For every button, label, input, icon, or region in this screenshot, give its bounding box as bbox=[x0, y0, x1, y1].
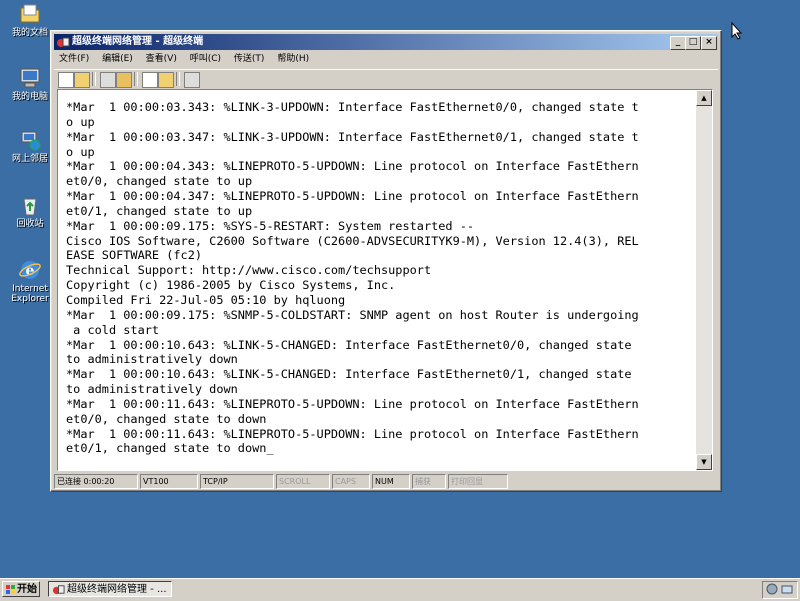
desktop-icon-label: 网上邻居 bbox=[11, 154, 48, 164]
toolbar-separator bbox=[176, 72, 180, 86]
internet-explorer-icon: e bbox=[18, 258, 42, 282]
status-caps: CAPS bbox=[332, 474, 370, 489]
status-capture: 捕获 bbox=[412, 474, 446, 489]
new-icon[interactable] bbox=[58, 72, 74, 88]
start-label: 开始 bbox=[17, 584, 37, 595]
tray-sound-icon[interactable] bbox=[766, 583, 778, 598]
task-label: 超级终端网络管理 - ... bbox=[67, 584, 167, 595]
title-bar[interactable]: 超级终端网络管理 - 超级终端 _ □ × bbox=[54, 34, 718, 50]
status-connected: 已连接 0:00:20 bbox=[54, 474, 138, 489]
vertical-scrollbar[interactable]: ▲ ▼ bbox=[696, 90, 712, 470]
toolbar-separator bbox=[92, 72, 96, 86]
mouse-pointer-icon bbox=[731, 21, 743, 43]
maximize-button[interactable]: □ bbox=[685, 36, 701, 50]
hyperterminal-app-icon bbox=[56, 35, 70, 49]
desktop-icon-my-documents[interactable]: 我的文档 bbox=[4, 2, 56, 38]
taskbar-hyperterminal-button[interactable]: 超级终端网络管理 - ... bbox=[48, 581, 172, 597]
connect-icon[interactable] bbox=[100, 72, 116, 88]
status-num: NUM bbox=[372, 474, 410, 489]
menu-transfer[interactable]: 传送(T) bbox=[229, 51, 270, 67]
terminal-area[interactable]: *Mar 1 00:00:03.343: %LINK-3-UPDOWN: Int… bbox=[57, 89, 713, 471]
system-tray bbox=[762, 581, 798, 599]
desktop-icon-label: Internet Explorer bbox=[11, 284, 49, 304]
status-protocol: TCP/IP bbox=[200, 474, 274, 489]
toolbar bbox=[54, 69, 718, 88]
status-scroll: SCROLL bbox=[276, 474, 330, 489]
status-emulation: VT100 bbox=[140, 474, 198, 489]
menu-call[interactable]: 呼叫(C) bbox=[185, 51, 226, 67]
disconnect-icon[interactable] bbox=[116, 72, 132, 88]
receive-icon[interactable] bbox=[158, 72, 174, 88]
terminal-output[interactable]: *Mar 1 00:00:03.343: %LINK-3-UPDOWN: Int… bbox=[66, 100, 690, 466]
desktop-icon-label: 回收站 bbox=[16, 219, 44, 229]
menu-view[interactable]: 查看(V) bbox=[141, 51, 182, 67]
desktop-icon-network-places[interactable]: 网上邻居 bbox=[4, 128, 56, 164]
scroll-down-icon[interactable]: ▼ bbox=[696, 454, 712, 470]
open-icon[interactable] bbox=[74, 72, 90, 88]
desktop-icon-internet-explorer[interactable]: e Internet Explorer bbox=[4, 258, 56, 304]
desktop-icon-label: 我的文档 bbox=[11, 28, 48, 38]
status-print-echo: 打印回显 bbox=[448, 474, 508, 489]
hyperterminal-window: 超级终端网络管理 - 超级终端 _ □ × 文件(F) 编辑(E) 查看(V) … bbox=[50, 30, 722, 492]
windows-logo-icon bbox=[6, 585, 16, 595]
status-bar: 已连接 0:00:20 VT100 TCP/IP SCROLL CAPS NUM… bbox=[54, 473, 718, 489]
send-icon[interactable] bbox=[142, 72, 158, 88]
tray-network-icon[interactable] bbox=[781, 583, 793, 598]
close-button[interactable]: × bbox=[701, 36, 717, 50]
recycle-bin-icon bbox=[18, 193, 42, 217]
window-title: 超级终端网络管理 - 超级终端 bbox=[72, 36, 204, 47]
taskbar: 开始 超级终端网络管理 - ... bbox=[0, 578, 800, 601]
scroll-up-icon[interactable]: ▲ bbox=[696, 90, 712, 106]
minimize-button[interactable]: _ bbox=[670, 36, 686, 50]
my-documents-icon bbox=[18, 2, 42, 26]
properties-icon[interactable] bbox=[184, 72, 200, 88]
start-button[interactable]: 开始 bbox=[2, 581, 40, 597]
desktop-icon-my-computer[interactable]: 我的电脑 bbox=[4, 66, 56, 102]
toolbar-separator bbox=[134, 72, 138, 86]
my-computer-icon bbox=[18, 66, 42, 90]
desktop-icon-recycle-bin[interactable]: 回收站 bbox=[4, 193, 56, 229]
menu-bar: 文件(F) 编辑(E) 查看(V) 呼叫(C) 传送(T) 帮助(H) bbox=[54, 51, 718, 67]
hyperterminal-task-icon bbox=[52, 583, 65, 596]
menu-help[interactable]: 帮助(H) bbox=[272, 51, 314, 67]
menu-edit[interactable]: 编辑(E) bbox=[97, 51, 138, 67]
desktop-icon-label: 我的电脑 bbox=[11, 92, 48, 102]
network-places-icon bbox=[18, 128, 42, 152]
menu-file[interactable]: 文件(F) bbox=[54, 51, 94, 67]
